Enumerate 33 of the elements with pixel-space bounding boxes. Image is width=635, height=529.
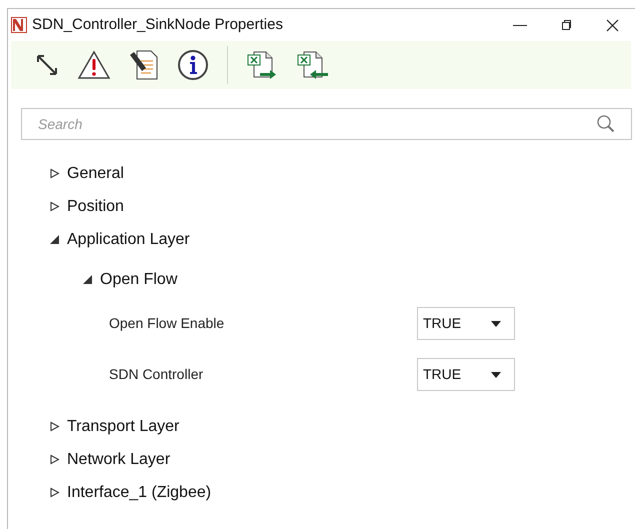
tree-item[interactable]: Application Layer bbox=[49, 228, 190, 252]
window-title: SDN_Controller_SinkNode Properties bbox=[32, 14, 283, 35]
tree-item[interactable]: Open Flow bbox=[82, 268, 178, 292]
edit-document-icon[interactable] bbox=[129, 49, 159, 81]
export-excel-icon[interactable] bbox=[246, 49, 278, 81]
collapsed-arrow-icon bbox=[49, 487, 60, 498]
restore-icon bbox=[560, 19, 572, 31]
caret-icon bbox=[491, 320, 501, 326]
collapsed-arrow-icon bbox=[49, 421, 60, 432]
collapsed-arrow-icon bbox=[49, 201, 60, 212]
value-dropdown[interactable]: TRUE bbox=[417, 307, 515, 340]
search-field[interactable]: Search bbox=[21, 108, 632, 140]
collapsed-arrow-icon bbox=[49, 454, 60, 465]
property-label: SDN Controller bbox=[109, 365, 204, 384]
collapsed-arrow-icon bbox=[49, 168, 60, 179]
close-icon bbox=[606, 18, 618, 32]
expanded-arrow-icon bbox=[82, 274, 93, 285]
minimize-icon bbox=[513, 24, 527, 26]
resize-arrows-icon[interactable] bbox=[35, 53, 59, 77]
info-icon[interactable] bbox=[177, 49, 209, 81]
tree-item[interactable]: General bbox=[49, 162, 124, 186]
tree-item[interactable]: Interface_1 (Zigbee) bbox=[49, 480, 212, 504]
tree-item[interactable]: Transport Layer bbox=[49, 414, 180, 438]
search-icon bbox=[596, 114, 616, 134]
expanded-arrow-icon bbox=[49, 234, 60, 245]
import-excel-icon[interactable] bbox=[296, 49, 328, 81]
app-logo-icon bbox=[11, 17, 27, 33]
caret-icon bbox=[491, 372, 501, 378]
warning-icon[interactable] bbox=[77, 50, 111, 80]
value-dropdown[interactable]: TRUE bbox=[417, 358, 515, 391]
property-label: Open Flow Enable bbox=[109, 314, 226, 333]
tree-item[interactable]: Network Layer bbox=[49, 448, 170, 472]
tree-item[interactable]: Position bbox=[49, 194, 124, 218]
